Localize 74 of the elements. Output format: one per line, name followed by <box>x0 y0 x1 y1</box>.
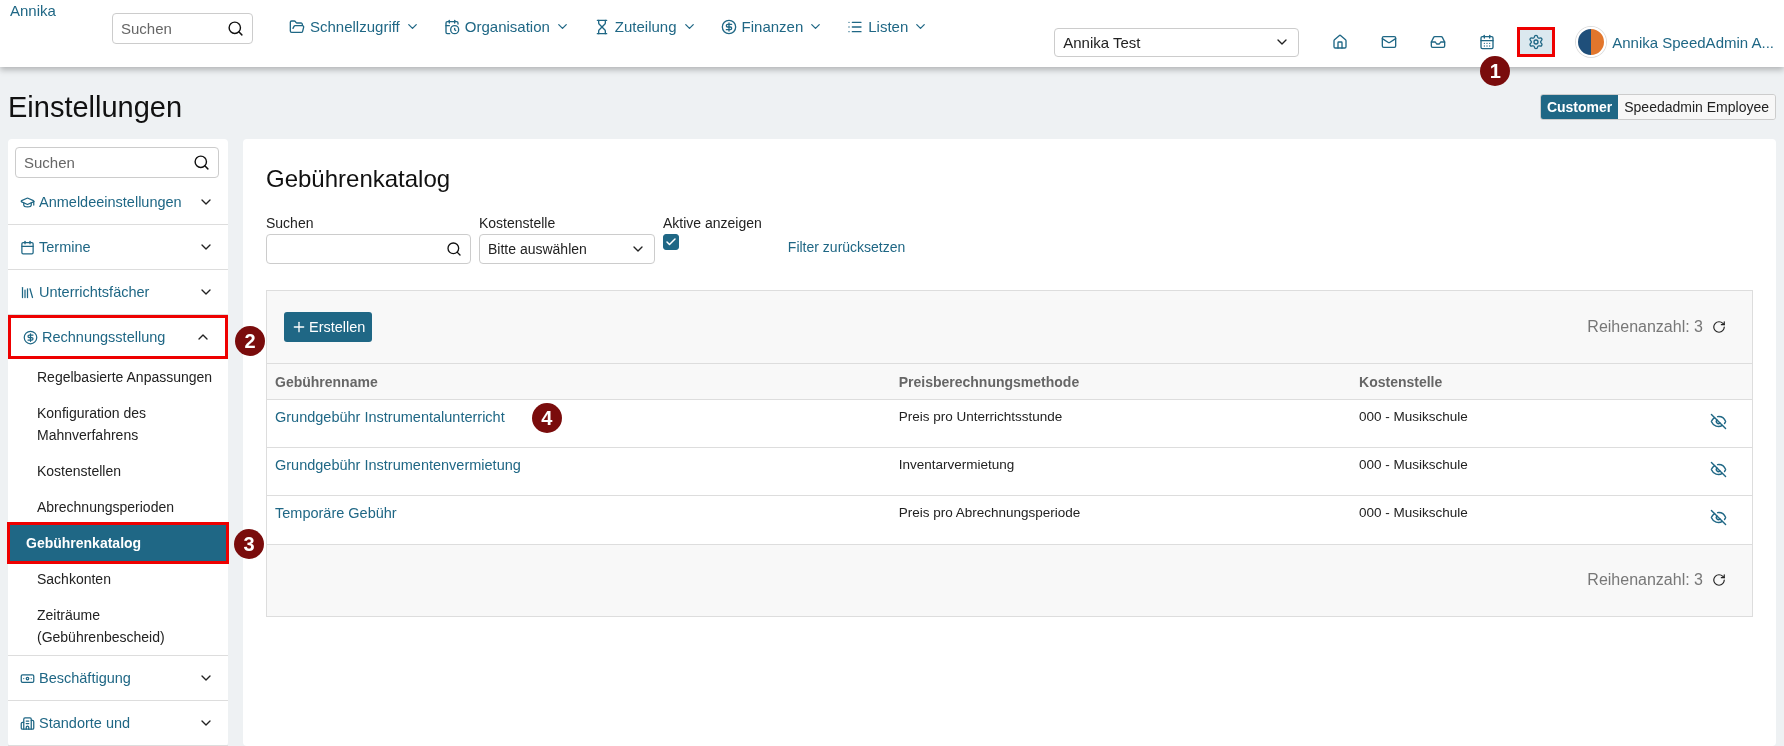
field-label: Aktive anzeigen <box>663 215 762 231</box>
building-icon <box>20 715 35 731</box>
graduation-cap-icon <box>20 194 35 210</box>
envelope-icon <box>1381 34 1398 50</box>
callout-badge: 1 <box>1480 56 1511 86</box>
sidebar-section[interactable]: Unterrichtsfächer <box>8 270 228 314</box>
sidebar-section[interactable]: Anmeldeeinstellungen <box>8 180 228 224</box>
sidebar-section[interactable]: Standorte und <box>8 701 228 745</box>
sidebar-item[interactable]: Regelbasierte Anpassungen <box>13 359 223 395</box>
eye-off-icon[interactable] <box>1710 509 1727 526</box>
cost-center-select[interactable]: Bitte auswählen <box>479 234 655 264</box>
calendar-clock-icon <box>443 18 460 35</box>
column-header: Preisberechnungsmethode <box>890 363 1352 400</box>
folder-icon <box>289 18 305 35</box>
table-cell: 000 - Musikschule <box>1351 399 1702 448</box>
search-field[interactable]: Suchen <box>112 13 253 44</box>
calendar-icon <box>1479 34 1496 50</box>
dollar-icon <box>720 18 737 35</box>
reset-filter-link[interactable]: Filter zurücksetzen <box>787 239 906 255</box>
organization-select[interactable]: Annika Test <box>1054 27 1300 57</box>
search-field[interactable] <box>266 234 471 264</box>
field-label: Kostenstelle <box>479 215 557 231</box>
sidebar-item[interactable]: Konfiguration des Mahnverfahrens <box>13 395 223 453</box>
search-icon <box>446 241 462 257</box>
books-icon <box>20 284 35 300</box>
column-header: Gebührenname <box>267 363 891 400</box>
search-icon <box>227 20 244 37</box>
refresh-icon[interactable] <box>1712 573 1726 587</box>
table-cell: Inventarvermietung <box>890 447 1352 496</box>
section-title: Gebührenkatalog <box>266 165 452 193</box>
callout-badge: 3 <box>234 529 264 559</box>
view-toggle-option[interactable]: Speedadmin Employee <box>1618 95 1775 119</box>
inbox-tray-icon <box>1430 34 1447 50</box>
refresh-icon[interactable] <box>1712 320 1726 334</box>
nav-menu[interactable]: Finanzen <box>720 18 824 35</box>
check-icon <box>665 236 677 248</box>
field-label: Suchen <box>266 215 315 231</box>
user-menu-link[interactable]: Annika SpeedAdmin A... <box>1612 33 1774 51</box>
table-cell: Preis pro Unterrichtsstunde <box>890 399 1352 448</box>
table-cell: Preis pro Abrechnungsperiode <box>890 495 1352 544</box>
checkbox[interactable] <box>663 234 679 250</box>
callout-badge: 4 <box>531 403 562 433</box>
row-count: Reihenanzahl: 3 <box>1587 571 1703 589</box>
row-count: Reihenanzahl: 3 <box>1587 318 1703 336</box>
gear-icon <box>1528 34 1545 50</box>
dollar-icon <box>23 329 38 345</box>
calendar-icon <box>20 239 35 255</box>
sidebar-search-field[interactable]: Suchen <box>15 147 219 178</box>
sidebar-section[interactable]: Termine <box>8 225 228 269</box>
logo-alt-text: Annika <box>10 2 57 19</box>
eye-off-icon[interactable] <box>1710 413 1727 430</box>
sidebar-item[interactable]: Sachkonten <box>13 561 223 597</box>
house-icon <box>1332 34 1349 50</box>
eye-off-icon[interactable] <box>1710 461 1727 478</box>
nav-menu[interactable]: Schnellzugriff <box>289 18 420 35</box>
fee-name-link[interactable]: Temporäre Gebühr <box>275 505 397 521</box>
nav-menu[interactable]: Zuteilung <box>593 18 697 35</box>
create-button[interactable]: Erstellen <box>284 312 373 342</box>
callout-badge: 2 <box>235 326 265 356</box>
plus-icon <box>291 319 307 335</box>
nav-menu[interactable]: Organisation <box>443 18 570 35</box>
nav-menu[interactable]: Listen <box>847 18 929 35</box>
sidebar-item[interactable]: Zeiträume (Gebührenbescheid) <box>13 597 223 655</box>
search-icon <box>193 154 210 171</box>
column-header: Kostenstelle <box>1351 363 1702 400</box>
view-toggle-option[interactable]: Customer <box>1540 95 1619 119</box>
sidebar-item[interactable]: Abrechnungsperioden <box>13 489 223 525</box>
avatar <box>1576 27 1607 57</box>
sidebar-section[interactable]: Beschäftigung <box>8 656 228 700</box>
sidebar-item[interactable]: Kostenstellen <box>13 453 223 489</box>
page-title: Einstellungen <box>8 90 183 124</box>
fee-name-link[interactable]: Grundgebühr Instrumentenvermietung <box>275 457 521 473</box>
table-cell: 000 - Musikschule <box>1351 447 1702 496</box>
table-cell: 000 - Musikschule <box>1351 495 1702 544</box>
